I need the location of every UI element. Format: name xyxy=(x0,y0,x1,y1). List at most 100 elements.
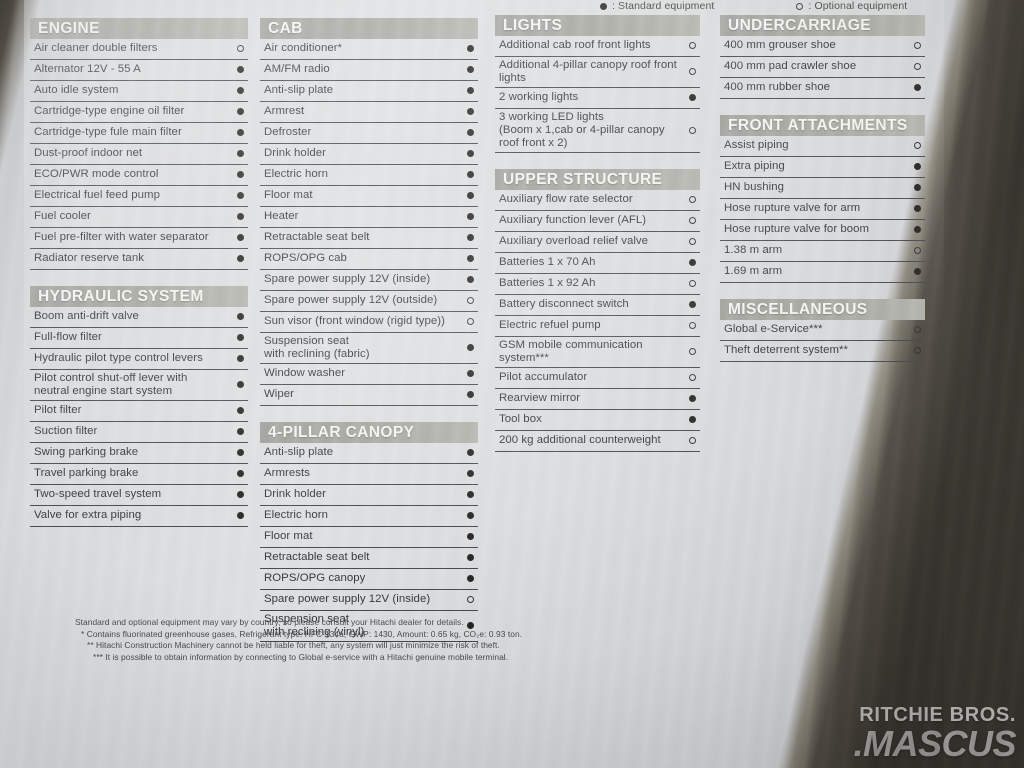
spec-row: Global e-Service*** xyxy=(720,320,925,341)
spec-row: Hose rupture valve for arm xyxy=(720,199,925,220)
spec-row: Sun visor (front window (rigid type)) xyxy=(260,312,478,333)
spec-label: Pilot filter xyxy=(34,404,82,417)
optional-equipment-icon xyxy=(689,238,696,246)
standard-equipment-icon xyxy=(467,255,474,263)
spec-mark xyxy=(235,103,246,121)
spec-mark xyxy=(465,103,476,121)
spec-row: Boom anti-drift valve xyxy=(30,307,248,328)
section-undercarriage: UNDERCARRIAGE 400 mm grouser shoe 400 mm p… xyxy=(720,15,925,99)
legend-standard-label: : Standard equipment xyxy=(612,0,715,12)
spec-row: 400 mm rubber shoe xyxy=(720,78,925,99)
spec-row: Floor mat xyxy=(260,527,478,548)
section-rows: Air conditioner* AM/FM radio Anti-slip pla… xyxy=(260,39,478,406)
spec-label: Batteries 1 x 92 Ah xyxy=(499,277,596,290)
section-engine: ENGINE Air cleaner double filters Alternat… xyxy=(30,18,248,270)
standard-equipment-icon xyxy=(237,407,244,415)
spec-row: Swing parking brake xyxy=(30,443,248,464)
spec-column-1: ENGINE Air cleaner double filters Alternat… xyxy=(30,18,248,543)
spec-mark xyxy=(465,528,476,546)
spec-label: Pilot control shut-off lever with neutral… xyxy=(34,372,188,397)
spec-mark xyxy=(465,229,476,247)
spec-label: Travel parking brake xyxy=(34,467,139,480)
mascus-watermark: RITCHIE BROS. .MASCUS xyxy=(853,704,1016,762)
spec-mark xyxy=(687,275,698,293)
optional-equipment-icon xyxy=(689,196,696,204)
section-rows: Anti-slip plate Armrests Drink holder Elect… xyxy=(260,443,478,642)
standard-equipment-icon xyxy=(237,171,244,179)
spec-row: 1.69 m arm xyxy=(720,262,925,283)
spec-label: Heater xyxy=(264,210,299,223)
spec-mark xyxy=(465,187,476,205)
spec-row: Floor mat xyxy=(260,186,478,207)
spec-row: Cartridge-type engine oil filter xyxy=(30,102,248,123)
spec-label: Electric refuel pump xyxy=(499,319,601,332)
spec-mark xyxy=(465,507,476,525)
spec-label: HN bushing xyxy=(724,181,785,194)
spec-row: Armrest xyxy=(260,102,478,123)
standard-equipment-icon xyxy=(600,2,607,10)
spec-mark xyxy=(912,179,923,197)
spec-row: Pilot control shut-off lever with neutral… xyxy=(30,370,248,401)
spec-mark xyxy=(687,432,698,450)
standard-equipment-icon xyxy=(467,533,474,541)
standard-equipment-icon xyxy=(237,491,244,499)
spec-column-2: CAB Air conditioner* AM/FM radio Anti-slip … xyxy=(260,18,478,658)
spec-mark xyxy=(235,82,246,100)
spec-mark xyxy=(235,507,246,525)
spec-row: Additional cab roof front lights xyxy=(495,36,700,57)
standard-equipment-icon xyxy=(467,344,474,352)
spec-mark xyxy=(687,296,698,314)
standard-equipment-icon xyxy=(237,512,244,520)
spec-row: Dust-proof indoor net xyxy=(30,144,248,165)
spec-mark xyxy=(465,292,476,310)
standard-equipment-icon xyxy=(467,449,474,457)
spec-row: 400 mm pad crawler shoe xyxy=(720,57,925,78)
spec-mark xyxy=(687,369,698,387)
spec-label: 2 working lights xyxy=(499,91,579,104)
section-cab: CAB Air conditioner* AM/FM radio Anti-slip … xyxy=(260,18,478,406)
spec-label: Floor mat xyxy=(264,530,313,543)
standard-equipment-icon xyxy=(467,150,474,158)
spec-row: Battery disconnect switch xyxy=(495,295,700,316)
spec-mark xyxy=(465,313,476,331)
standard-equipment-icon xyxy=(467,129,474,137)
spec-row: Alternator 12V - 55 A xyxy=(30,60,248,81)
standard-equipment-icon xyxy=(914,205,921,213)
spec-label: Cartridge-type engine oil filter xyxy=(34,105,185,118)
spec-label: 400 mm pad crawler shoe xyxy=(724,60,857,73)
spec-label: 1.69 m arm xyxy=(724,265,783,278)
standard-equipment-icon xyxy=(467,192,474,200)
optional-equipment-icon xyxy=(467,318,474,326)
footnote: * Contains fluorinated greenhouse gases,… xyxy=(81,628,523,639)
spec-row: Electric refuel pump xyxy=(495,316,700,337)
spec-mark xyxy=(912,200,923,218)
spec-mark xyxy=(235,61,246,79)
standard-equipment-icon xyxy=(237,129,244,137)
spec-row: Rearview mirror xyxy=(495,389,700,410)
spec-row: Radiator reserve tank xyxy=(30,249,248,270)
spec-label: Additional 4-pillar canopy roof front lig… xyxy=(499,59,677,84)
spec-mark xyxy=(912,321,923,339)
optional-equipment-icon xyxy=(689,437,696,445)
standard-equipment-icon xyxy=(467,45,474,53)
standard-equipment-icon xyxy=(914,226,921,234)
standard-equipment-icon xyxy=(237,192,244,200)
spec-mark xyxy=(687,122,698,140)
spec-label: Boom anti-drift valve xyxy=(34,310,139,323)
spec-mark xyxy=(687,212,698,230)
spec-mark xyxy=(235,423,246,441)
optional-equipment-icon xyxy=(914,326,921,334)
spec-row: Wiper xyxy=(260,385,478,406)
spec-mark xyxy=(465,570,476,588)
standard-equipment-icon xyxy=(467,391,474,399)
spec-row: 200 kg additional counterweight xyxy=(495,431,700,452)
spec-label: Armrests xyxy=(264,467,310,480)
spec-mark xyxy=(687,63,698,81)
standard-equipment-icon xyxy=(689,94,696,102)
spec-label: Extra piping xyxy=(724,160,785,173)
spec-row: ROPS/OPG canopy xyxy=(260,569,478,590)
standard-equipment-icon xyxy=(237,355,244,363)
spec-row: Anti-slip plate xyxy=(260,443,478,464)
spec-label: Full-flow filter xyxy=(34,331,102,344)
spec-mark xyxy=(687,233,698,251)
